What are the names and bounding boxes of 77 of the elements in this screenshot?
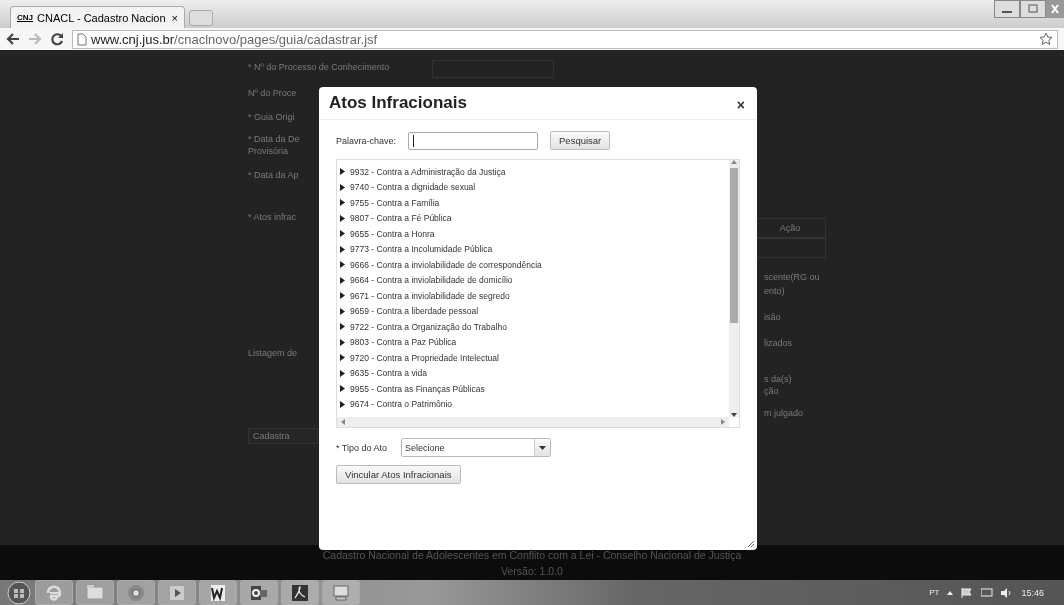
tree-item[interactable]: 9722 - Contra a Organização do Trabalho <box>340 319 729 335</box>
keyword-field[interactable] <box>408 131 539 150</box>
language-indicator[interactable]: PT <box>929 588 940 597</box>
tree-item[interactable]: 9655 - Contra a Honra <box>340 226 729 242</box>
type-dropdown[interactable]: Selecione <box>401 438 552 457</box>
browser-tab[interactable]: CNJ CNACL - Cadastro Nacion × <box>10 6 185 28</box>
form-label: * Atos infrac <box>248 212 297 222</box>
tree-item[interactable]: 9674 - Contra o Patrimônio <box>340 396 729 412</box>
vertical-scrollbar[interactable] <box>729 160 739 417</box>
form-label: lizados <box>764 338 792 348</box>
tree-item[interactable]: 9807 - Contra a Fé Pública <box>340 210 729 226</box>
form-label: Nº do Proce <box>248 88 297 98</box>
tree-item[interactable]: 9659 - Contra a liberdade pessoal <box>340 303 729 319</box>
start-orb-icon[interactable] <box>6 580 32 605</box>
cadastrar-button[interactable]: Cadastra <box>248 428 318 444</box>
dropdown-arrow-icon <box>539 445 547 450</box>
scroll-right-icon <box>721 419 725 425</box>
type-label: * Tipo do Ato <box>336 442 388 453</box>
link-button[interactable]: Vincular Atos Infracionais <box>336 465 461 484</box>
restore-icon[interactable] <box>1020 0 1046 18</box>
tree-item[interactable]: 9773 - Contra a Incolumidade Pública <box>340 241 729 257</box>
close-icon[interactable]: × <box>171 11 178 24</box>
version-text: Versão: 1.0.0 <box>501 564 563 577</box>
close-button[interactable]: × <box>736 97 745 113</box>
form-label: * Nº do Processo de Conhecimento <box>248 62 390 72</box>
word-icon <box>208 582 228 603</box>
browser-icon <box>44 582 64 603</box>
search-button[interactable]: Pesquisar <box>550 131 611 150</box>
taskbar-button[interactable] <box>281 580 319 605</box>
close-icon[interactable] <box>1046 0 1064 18</box>
site-logo: CNJ <box>17 13 33 22</box>
scroll-left-icon <box>341 419 345 425</box>
pdf-icon <box>290 582 310 603</box>
network-icon[interactable] <box>981 587 994 598</box>
minimize-icon[interactable] <box>994 0 1020 18</box>
tree-item[interactable]: 9671 - Contra a inviolabilidade de segredo <box>340 288 729 304</box>
form-label: * Data da Ap <box>248 170 299 180</box>
taskbar-button[interactable] <box>240 580 278 605</box>
flag-icon[interactable] <box>961 587 974 598</box>
form-label: * Data da De <box>248 134 300 144</box>
form-label: s da(s) <box>764 374 792 384</box>
form-label: scente(RG ou <box>764 272 820 282</box>
scroll-up-icon <box>731 160 737 164</box>
form-label: Provisória <box>248 146 288 156</box>
url-text: www.cnj.jus.br/cnaclnovo/pages/guia/cadastrar.jsf <box>91 31 378 47</box>
reload-icon[interactable] <box>50 32 64 46</box>
form-label: m julgado <box>764 408 804 418</box>
star-icon[interactable] <box>1039 32 1053 46</box>
tree-item[interactable]: 9955 - Contra as Finanças Públicas <box>340 381 729 397</box>
speaker-icon[interactable] <box>1001 587 1014 598</box>
scroll-down-icon <box>731 413 737 417</box>
form-label: Listagem de <box>248 348 298 358</box>
form-label: ento) <box>764 286 785 296</box>
form-label: ção <box>764 386 779 396</box>
tab-title: CNACL - Cadastro Nacion <box>37 11 167 24</box>
tree-item[interactable]: 9755 - Contra a Família <box>340 195 729 211</box>
address-bar[interactable]: www.cnj.jus.br/cnaclnovo/pages/guia/cadastrar.jsf <box>72 29 1058 49</box>
tree-item[interactable]: 9932 - Contra a Administração da Justiça <box>340 164 729 180</box>
tree-item[interactable]: 9803 - Contra a Paz Pública <box>340 334 729 350</box>
tree-item[interactable]: 9664 - Contra a inviolabilidade de domicílio <box>340 272 729 288</box>
dialog-title: Atos Infracionais <box>329 93 467 113</box>
tree-item[interactable]: 9635 - Contra a vida <box>340 365 729 381</box>
monitor-icon <box>331 582 351 603</box>
dropdown-value: Selecione <box>405 442 445 453</box>
resize-grip-icon[interactable] <box>748 541 754 547</box>
form-label: * Guia Origi <box>248 112 295 122</box>
tree-item[interactable]: 9740 - Contra a dignidade sexual <box>340 179 729 195</box>
tray-arrow-icon[interactable] <box>947 590 954 595</box>
taskbar-button[interactable] <box>199 580 237 605</box>
keyword-label: Palavra-chave: <box>336 135 397 146</box>
tree-item[interactable]: 9720 - Contra a Propriedade Intelectual <box>340 350 729 366</box>
form-label: isão <box>764 312 781 322</box>
footer-text: Cadastro Nacional de Adolescentes em Conflito com a Lei - Conselho Nacional de Justiça <box>322 548 742 561</box>
back-icon[interactable] <box>6 32 20 46</box>
clock-time[interactable]: 15:46 <box>1021 587 1044 598</box>
tree-item[interactable]: 9666 - Contra a inviolabilidade de correspondência <box>340 257 729 273</box>
page-icon <box>77 32 87 46</box>
